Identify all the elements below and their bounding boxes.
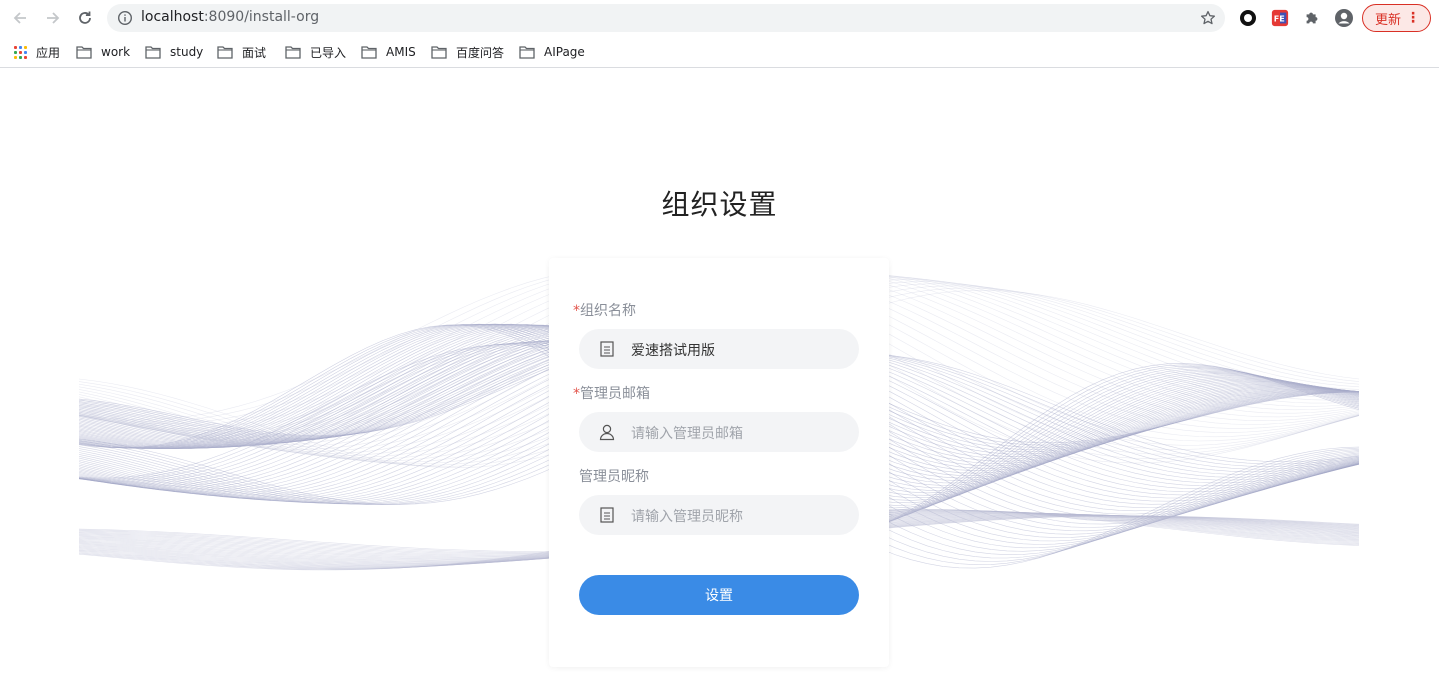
admin-email-input[interactable]: 请输入管理员邮箱 xyxy=(579,412,859,452)
bookmark-label: 应用 xyxy=(36,45,61,60)
folder-icon xyxy=(285,46,301,59)
page-content: 组织设置 *组织名称 爱速搭试用版 *管理员邮箱 请输入管理员邮箱 管理员昵称 … xyxy=(0,69,1439,675)
bookmark-folder-amis[interactable]: AMIS xyxy=(361,42,416,62)
apps-icon xyxy=(14,45,27,59)
admin-nickname-input[interactable]: 请输入管理员昵称 xyxy=(579,495,859,535)
admin-email-label: *管理员邮箱 xyxy=(573,383,650,403)
info-icon[interactable] xyxy=(117,10,133,26)
bookmarks-bar: 应用 work study 面试 已导入 AMIS 百度问答 AIPage xyxy=(0,36,1439,68)
admin-email-placeholder[interactable]: 请输入管理员邮箱 xyxy=(631,423,743,443)
bookmark-folder-work[interactable]: work xyxy=(76,42,130,62)
profile-avatar-icon[interactable] xyxy=(1334,8,1354,28)
admin-email-label-text: 管理员邮箱 xyxy=(580,386,650,402)
page-title: 组织设置 xyxy=(661,188,778,221)
reload-button[interactable] xyxy=(73,6,97,30)
bookmark-label: study xyxy=(170,45,204,59)
url-path: :8090/install-org xyxy=(203,9,320,25)
bookmark-folder-imported[interactable]: 已导入 xyxy=(285,42,346,62)
arrow-right-icon xyxy=(47,12,60,24)
extension-record-icon[interactable] xyxy=(1238,8,1258,28)
arrow-left-icon xyxy=(13,12,26,24)
org-settings-card: *组织名称 爱速搭试用版 *管理员邮箱 请输入管理员邮箱 管理员昵称 请输入管理… xyxy=(549,258,889,667)
bookmark-label: 面试 xyxy=(242,45,267,60)
org-name-value[interactable]: 爱速搭试用版 xyxy=(631,340,715,360)
folder-icon xyxy=(431,46,447,59)
more-menu-icon[interactable]: ⋮ xyxy=(1406,10,1420,26)
bookmark-folder-interview[interactable]: 面试 xyxy=(217,42,266,62)
user-icon xyxy=(599,424,615,441)
folder-icon xyxy=(145,46,161,59)
folder-icon xyxy=(361,46,377,59)
bookmark-label: 已导入 xyxy=(310,45,347,60)
reload-icon xyxy=(79,11,91,24)
bookmark-apps[interactable]: 应用 xyxy=(14,42,60,62)
submit-button[interactable]: 设置 xyxy=(579,575,859,615)
folder-icon xyxy=(76,46,92,59)
org-name-input[interactable]: 爱速搭试用版 xyxy=(579,329,859,369)
back-button[interactable] xyxy=(8,6,32,30)
document-icon xyxy=(600,341,614,357)
bookmark-label: AIPage xyxy=(544,45,585,59)
bookmark-label: 百度问答 xyxy=(456,45,505,60)
folder-icon xyxy=(519,46,535,59)
address-bar[interactable]: localhost:8090/install-org xyxy=(107,4,1225,32)
url-text[interactable]: localhost:8090/install-org xyxy=(141,9,319,25)
org-name-label: *组织名称 xyxy=(573,300,636,320)
extensions-puzzle-icon[interactable] xyxy=(1302,8,1322,28)
update-label: 更新 xyxy=(1375,12,1402,28)
admin-nickname-label: 管理员昵称 xyxy=(579,469,649,485)
forward-button[interactable] xyxy=(41,6,65,30)
bookmark-label: work xyxy=(101,45,131,59)
browser-toolbar: localhost:8090/install-org FE 更新 ⋮ xyxy=(0,0,1439,36)
bookmark-folder-baidu-qa[interactable]: 百度问答 xyxy=(431,42,504,62)
required-mark: * xyxy=(573,386,580,402)
bookmark-star-icon[interactable] xyxy=(1200,10,1216,26)
url-host: localhost xyxy=(141,9,204,25)
bookmark-folder-aipage[interactable]: AIPage xyxy=(519,42,585,62)
org-name-label-text: 组织名称 xyxy=(580,303,636,319)
required-mark: * xyxy=(573,303,580,319)
bookmark-label: AMIS xyxy=(386,45,416,59)
update-button[interactable]: 更新 ⋮ xyxy=(1362,4,1431,32)
bookmark-folder-study[interactable]: study xyxy=(145,42,203,62)
folder-icon xyxy=(217,46,233,59)
extension-fe-icon[interactable]: FE xyxy=(1270,8,1290,28)
svg-text:FE: FE xyxy=(1274,14,1285,24)
admin-nickname-placeholder[interactable]: 请输入管理员昵称 xyxy=(631,506,743,526)
document-icon xyxy=(600,507,614,523)
